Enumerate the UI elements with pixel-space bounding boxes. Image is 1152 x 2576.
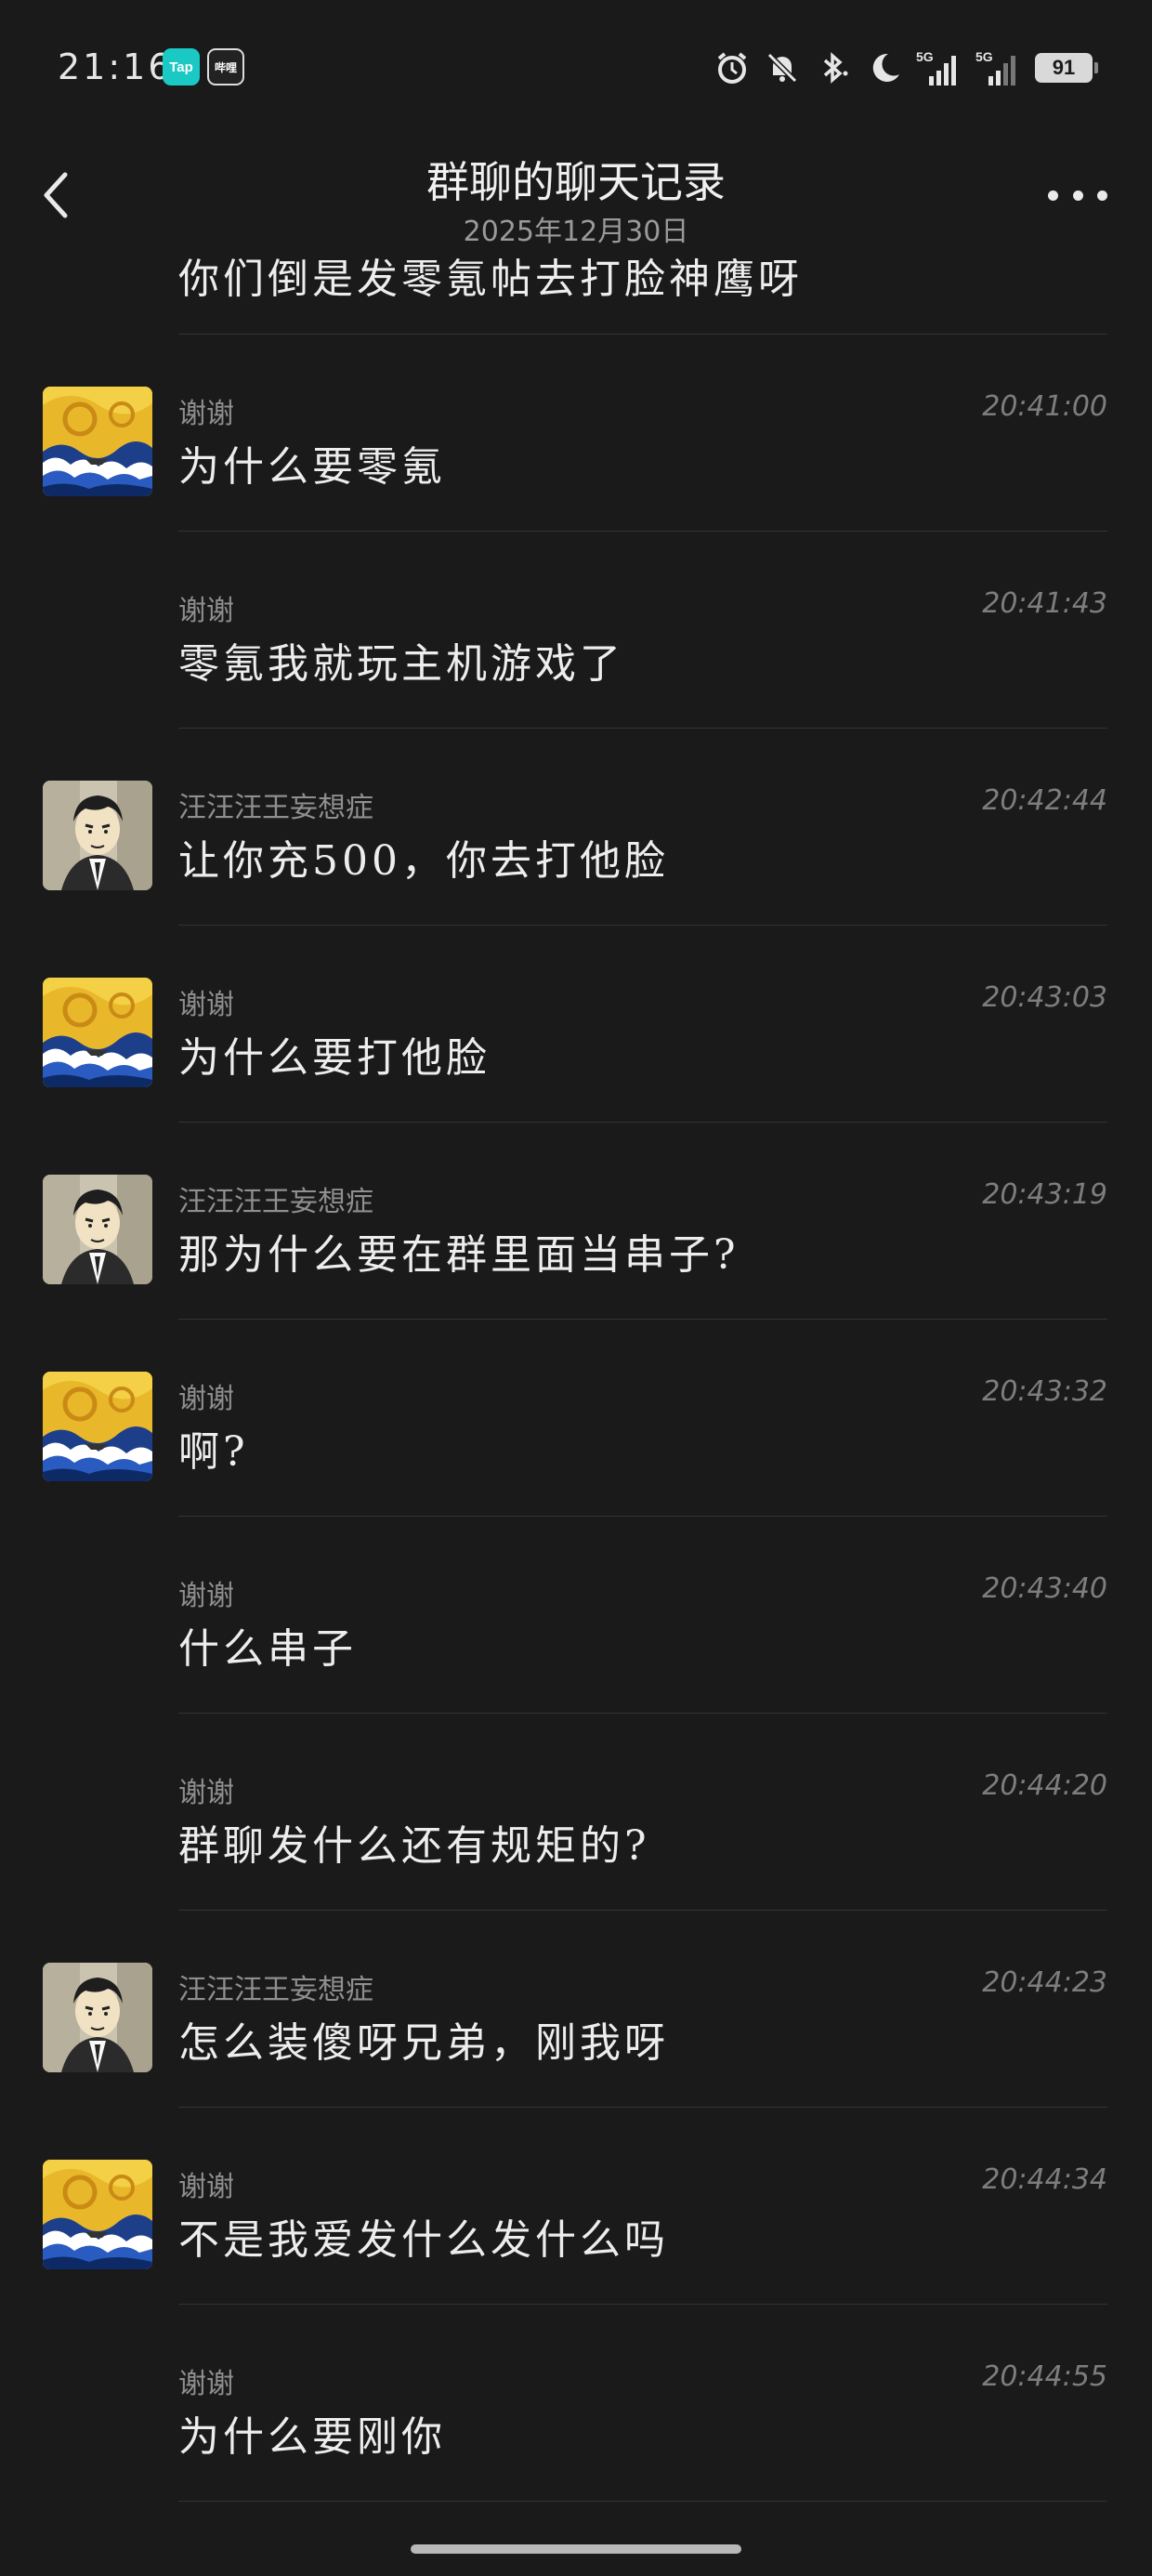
list-item-partial: 你们倒是发零氪帖去打脸神鹰呀 [0,251,1152,335]
message-content: 群聊发什么还有规矩的? [178,1822,650,1870]
avatar[interactable] [43,2160,152,2269]
home-indicator[interactable] [411,2544,741,2554]
message-time: 20:43:40 [982,1572,1107,1605]
list-item[interactable]: 谢谢 20:44:34 不是我爱发什么发什么吗 [0,2108,1152,2305]
message-time: 20:41:43 [982,587,1107,620]
message-content: 为什么要刚你 [178,2413,446,2461]
status-bar: 21:16 Tap 哔哩 5G 5G 91 [0,0,1152,139]
svg-text:5G: 5G [975,49,993,64]
message-content: 零氪我就玩主机游戏了 [178,640,624,688]
list-item[interactable]: 汪汪汪王妄想症 20:43:19 那为什么要在群里面当串子? [0,1123,1152,1320]
list-item[interactable]: 谢谢 20:41:43 零氪我就玩主机游戏了 [0,532,1152,729]
avatar[interactable] [43,1175,152,1284]
signal-5g-2-icon: 5G [975,48,1022,87]
avatar[interactable] [43,1372,152,1481]
battery-indicator: 91 [1035,53,1098,83]
alarm-icon [713,49,751,86]
sender-name: 谢谢 [178,1580,234,1612]
bluetooth-icon [814,49,851,86]
message-time: 20:44:55 [982,2360,1107,2393]
list-item[interactable]: 谢谢 20:41:00 为什么要零氪 [0,335,1152,532]
message-time: 20:44:23 [982,1966,1107,1999]
page-date: 2025年12月30日 [463,216,689,248]
signal-5g-1-icon: 5G [916,48,962,87]
list-item[interactable]: 汪汪汪王妄想症 20:42:44 让你充500，你去打他脸 [0,729,1152,926]
svg-text:5G: 5G [916,49,934,64]
more-horizontal-icon [1048,190,1058,201]
sender-name: 谢谢 [178,595,234,627]
message-time: 20:44:20 [982,1769,1107,1802]
page-title: 群聊的聊天记录 [426,157,726,207]
sender-name: 谢谢 [178,1777,234,1809]
sender-name: 汪汪汪王妄想症 [178,792,373,824]
bilibili-app-icon: 哔哩 [207,48,244,85]
message-content: 你们倒是发零氪帖去打脸神鹰呀 [178,256,803,303]
sender-name: 谢谢 [178,1383,234,1415]
avatar[interactable] [43,978,152,1087]
header: 群聊的聊天记录 2025年12月30日 [0,139,1152,251]
message-content: 什么串子 [178,1625,357,1673]
message-time: 20:42:44 [982,784,1107,817]
avatar[interactable] [43,387,152,496]
sender-name: 汪汪汪王妄想症 [178,1186,373,1218]
message-time: 20:44:34 [982,2163,1107,2196]
message-content: 啊? [178,1428,249,1476]
list-item[interactable]: 谢谢 20:43:32 啊? [0,1320,1152,1517]
list-item[interactable]: 汪汪汪王妄想症 20:44:23 怎么装傻呀兄弟，刚我呀 [0,1911,1152,2108]
sender-name: 谢谢 [178,398,234,430]
status-icons: 5G 5G 91 [713,45,1098,91]
list-item[interactable]: 谢谢 20:43:03 为什么要打他脸 [0,926,1152,1123]
moon-icon [864,48,903,87]
message-content: 不是我爱发什么发什么吗 [178,2216,669,2264]
message-time: 20:43:03 [982,981,1107,1014]
message-time: 20:41:00 [982,390,1107,423]
message-content: 怎么装傻呀兄弟，刚我呀 [178,2019,669,2067]
avatar[interactable] [43,781,152,890]
list-item[interactable]: 谢谢 20:44:55 为什么要刚你 [0,2305,1152,2502]
message-content: 为什么要打他脸 [178,1034,491,1082]
divider [178,2501,1107,2502]
message-content: 让你充500，你去打他脸 [178,837,669,885]
message-content: 为什么要零氪 [178,443,446,491]
sender-name: 谢谢 [178,2368,234,2400]
more-button[interactable] [1048,175,1107,216]
message-time: 20:43:19 [982,1178,1107,1211]
status-time: 21:16 [58,46,174,87]
bell-off-icon [764,49,801,86]
message-content: 那为什么要在群里面当串子? [178,1231,740,1279]
sender-name: 谢谢 [178,989,234,1021]
list-item[interactable]: 谢谢 20:43:40 什么串子 [0,1517,1152,1714]
sender-name: 谢谢 [178,2171,234,2203]
tap-app-icon: Tap [163,48,200,85]
avatar[interactable] [43,1963,152,2072]
message-time: 20:43:32 [982,1375,1107,1408]
list-item[interactable]: 谢谢 20:44:20 群聊发什么还有规矩的? [0,1714,1152,1911]
sender-name: 汪汪汪王妄想症 [178,1974,373,2006]
